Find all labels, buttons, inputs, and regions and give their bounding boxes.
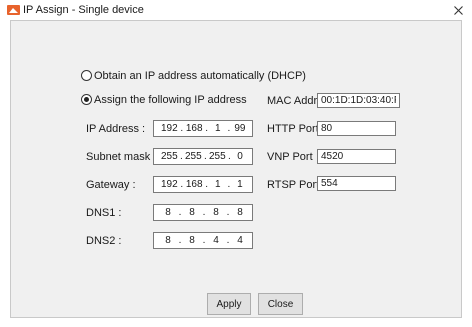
close-button[interactable]: Close — [258, 293, 303, 315]
octet: 1 — [237, 179, 243, 190]
octet: 8 — [237, 207, 243, 218]
title-bar: IP Assign - Single device — [0, 0, 472, 20]
dns1-input[interactable]: 8. 8. 8. 8 — [153, 204, 253, 221]
dialog-panel: Obtain an IP address automatically (DHCP… — [10, 20, 462, 318]
octet: 8 — [213, 207, 219, 218]
radio-selected-dot — [84, 97, 89, 102]
vnp-port-input[interactable] — [317, 149, 396, 164]
dns1-label: DNS1 : — [86, 207, 122, 219]
dns2-label: DNS2 : — [86, 235, 122, 247]
octet: 8 — [165, 207, 171, 218]
octet: 255 — [209, 151, 226, 162]
rtsp-port-label: RTSP Port — [267, 179, 320, 191]
octet: 168 — [185, 123, 203, 134]
close-icon — [453, 5, 463, 15]
window-title: IP Assign - Single device — [23, 4, 144, 16]
octet: 192 — [161, 123, 178, 134]
octet: 255 — [185, 151, 202, 162]
http-port-input[interactable] — [317, 121, 396, 136]
octet: 8 — [189, 207, 195, 218]
octet: 1 — [214, 123, 221, 134]
app-icon — [7, 5, 20, 15]
mac-address-field — [317, 93, 400, 108]
vnp-port-label: VNP Port — [267, 151, 313, 163]
octet: 1 — [214, 179, 221, 190]
octet: 99 — [234, 123, 246, 134]
subnet-mask-input[interactable]: 255. 255. 255. 0 — [153, 148, 253, 165]
octet: 4 — [213, 235, 219, 246]
gateway-input[interactable]: 192. 168. 1. 1 — [153, 176, 253, 193]
static-ip-radio[interactable] — [81, 94, 92, 105]
octet: 168 — [185, 179, 203, 190]
subnet-mask-label: Subnet mask : — [86, 151, 157, 163]
dhcp-label: Obtain an IP address automatically (DHCP… — [94, 70, 306, 82]
gateway-label: Gateway : — [86, 179, 136, 191]
ip-address-label: IP Address : — [86, 123, 146, 135]
octet: 8 — [165, 235, 171, 246]
ip-address-input[interactable]: 192. 168. 1. 99 — [153, 120, 253, 137]
apply-button[interactable]: Apply — [207, 293, 251, 315]
close-window-button[interactable] — [444, 0, 472, 20]
rtsp-port-input[interactable] — [317, 176, 396, 191]
octet: 4 — [237, 235, 243, 246]
static-ip-label: Assign the following IP address — [94, 94, 247, 106]
octet: 192 — [161, 179, 178, 190]
octet: 0 — [237, 151, 243, 162]
dhcp-radio[interactable] — [81, 70, 92, 81]
octet: 8 — [189, 235, 195, 246]
dns2-input[interactable]: 8. 8. 4. 4 — [153, 232, 253, 249]
octet: 255 — [161, 151, 178, 162]
